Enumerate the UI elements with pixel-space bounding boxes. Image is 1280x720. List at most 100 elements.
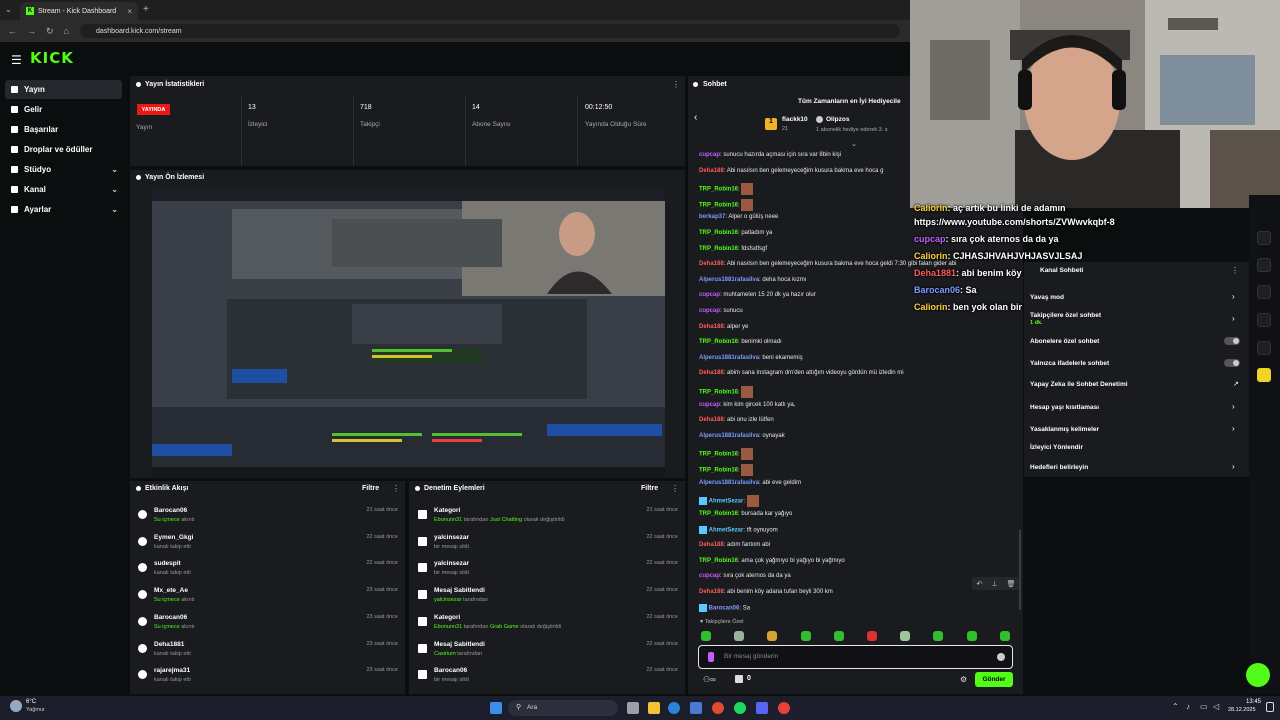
- chat-message[interactable]: TRP_Robin16: bursada kar yağıyo: [699, 511, 792, 517]
- kick-logo[interactable]: KICK: [30, 49, 74, 67]
- sidebar-item-drops[interactable]: Droplar ve ödüller: [5, 140, 122, 159]
- banned-words-option[interactable]: Yasaklanmış kelimeler: [1030, 426, 1099, 433]
- chat-username[interactable]: AhmetSezar: [709, 499, 744, 505]
- mod-user[interactable]: Casirium: [434, 651, 456, 657]
- pin-icon[interactable]: ⊥: [991, 580, 997, 588]
- chat-username[interactable]: TRP_Robin16: [699, 202, 738, 208]
- chat-message-input[interactable]: Bir mesaj gönderin: [698, 645, 1013, 669]
- chat-username[interactable]: TRP_Robin16: [699, 511, 738, 517]
- quick-emote-icon[interactable]: [734, 631, 745, 641]
- chat-message[interactable]: TRP_Robin16:: [699, 464, 754, 476]
- reload-icon[interactable]: ↻: [46, 26, 54, 37]
- chat-message[interactable]: AhmetSezar:: [699, 495, 759, 508]
- activity-row[interactable]: sudespit kanalı takip etti 22 saat önce: [138, 560, 398, 584]
- chat-username[interactable]: TRP_Robin16: [699, 187, 738, 193]
- chat-username[interactable]: Deha188: [699, 168, 724, 174]
- quick-emote-icon[interactable]: [966, 631, 977, 641]
- back-icon[interactable]: ←: [8, 26, 17, 36]
- chat-message[interactable]: cupcap: sıra çok aternos da da ya: [699, 573, 791, 579]
- chat-message[interactable]: TRP_Robin16: ama çok yağmıyo bi yağıyo b…: [699, 558, 845, 564]
- chat-username[interactable]: cupcap: [699, 292, 720, 298]
- chrome-icon[interactable]: [712, 702, 724, 714]
- chat-username[interactable]: TRP_Robin16: [699, 558, 738, 564]
- chat-settings-more-icon[interactable]: ⋮: [1231, 266, 1239, 275]
- chat-message[interactable]: cupcap: sunucu hazırda açması için sıra …: [699, 152, 841, 158]
- sidebar-item-stream[interactable]: Yayın: [5, 80, 122, 99]
- chat-username[interactable]: Deha188: [699, 324, 724, 330]
- quick-emote-icon[interactable]: [900, 631, 911, 641]
- emotes-only-toggle[interactable]: [1224, 359, 1240, 367]
- activity-user[interactable]: Deha1881: [154, 641, 184, 648]
- moderation-filter-button[interactable]: Filtre: [641, 485, 658, 492]
- browser-tab[interactable]: K Stream - Kick Dashboard ×: [20, 2, 138, 20]
- activity-filter-button[interactable]: Filtre: [362, 485, 379, 492]
- sidebar-item-settings[interactable]: Ayarlar ⌄: [5, 200, 122, 219]
- close-tab-icon[interactable]: ×: [127, 7, 132, 16]
- pinned-collapse-icon[interactable]: ⌄: [851, 140, 857, 148]
- highlight-rail-icon[interactable]: [1257, 368, 1271, 382]
- microphone-icon[interactable]: ♪: [1186, 702, 1190, 711]
- volume-icon[interactable]: ◁: [1213, 702, 1219, 711]
- activity-row[interactable]: rajarejma31 kanalı takip etti 23 saat önce: [138, 667, 398, 691]
- quick-emote-icon[interactable]: [767, 631, 778, 641]
- chat-username[interactable]: cupcap: [699, 573, 720, 579]
- chat-message[interactable]: TRP_Robin16:: [699, 183, 754, 196]
- emoji-picker-icon[interactable]: [997, 653, 1005, 661]
- chat-message[interactable]: Deha188: abi onu izle lütfen: [699, 417, 774, 423]
- chat-settings-gear-icon[interactable]: ⚙: [960, 675, 967, 684]
- chat-scrollbar[interactable]: [1019, 530, 1021, 610]
- viewer-redirect-option[interactable]: İzleyici Yönlendir: [1030, 444, 1083, 451]
- activity-user[interactable]: Barocan06: [154, 507, 187, 514]
- clock-time[interactable]: 13:45: [1241, 699, 1261, 705]
- chat-message[interactable]: Deha188: Abi nasılsın ben gelemeyeceğim …: [699, 168, 883, 174]
- chat-message[interactable]: cupcap: kim kim gircek 100 katlı ya,: [699, 402, 795, 408]
- tray-chevron-icon[interactable]: ⌃: [1172, 702, 1179, 711]
- layout-rail-icon[interactable]: [1257, 285, 1271, 299]
- new-tab-icon[interactable]: +: [143, 4, 149, 15]
- chat-username[interactable]: Alperus1881rafasilva: [699, 355, 759, 361]
- sidebar-item-achievements[interactable]: Başarılar: [5, 120, 122, 139]
- moderation-row[interactable]: Barocan06 bir mesajı sildi 22 saat önce: [418, 667, 678, 691]
- moderation-row[interactable]: Kategori Ebonunn31 tarafından Grab Game o…: [418, 614, 678, 638]
- mod-user[interactable]: Ebonunn31: [434, 517, 462, 523]
- chat-message[interactable]: TRP_Robin16:: [699, 198, 754, 211]
- chat-message[interactable]: Deha188: abim sana Instagram dm'den attı…: [699, 370, 904, 376]
- chat-username[interactable]: TRP_Robin16: [699, 390, 738, 396]
- chat-username[interactable]: berkap37: [699, 214, 725, 220]
- share-rail-icon[interactable]: [1257, 341, 1271, 355]
- chat-message[interactable]: TRP_Robin16: fdsfsdfsgf: [699, 246, 767, 252]
- chat-username[interactable]: Deha188: [699, 542, 724, 548]
- chat-message[interactable]: TRP_Robin16: patladım ya: [699, 230, 772, 236]
- gifters-back-icon[interactable]: ‹: [694, 112, 697, 123]
- stream-preview-video[interactable]: [152, 189, 665, 477]
- chat-message[interactable]: Alperus1881rafasilva: oynayak: [699, 433, 785, 439]
- chat-message[interactable]: TRP_Robin16: benimki olmadı: [699, 339, 782, 345]
- chat-message[interactable]: TRP_Robin16:: [699, 448, 754, 461]
- chat-username[interactable]: TRP_Robin16: [699, 452, 738, 458]
- url-field[interactable]: dashboard.kick.com/stream: [80, 24, 900, 38]
- activity-user[interactable]: rajarejma31: [154, 667, 190, 674]
- activity-user[interactable]: Eymen_Gkgi: [154, 534, 193, 541]
- quick-emote-icon[interactable]: [833, 631, 844, 641]
- moderation-row[interactable]: yalcinsezar bir mesajı sildi 22 saat önce: [418, 534, 678, 558]
- support-chat-icon[interactable]: [1246, 663, 1270, 687]
- home-icon[interactable]: ⌂: [64, 26, 69, 36]
- broadcast-rail-icon[interactable]: [1257, 258, 1271, 272]
- send-button[interactable]: Gönder: [975, 672, 1013, 687]
- activity-user[interactable]: sudespit: [154, 560, 181, 567]
- chat-username[interactable]: cupcap: [699, 308, 720, 314]
- activity-user[interactable]: Mx_ete_Ae: [154, 587, 188, 594]
- chat-message[interactable]: TRP_Robin16:: [699, 386, 754, 398]
- quick-emote-icon[interactable]: [800, 631, 811, 641]
- stats-more-icon[interactable]: ⋮: [672, 80, 680, 89]
- tab-list-icon[interactable]: ⌄: [5, 5, 12, 14]
- activity-row[interactable]: Eymen_Gkgi kanalı takip etti 22 saat önce: [138, 534, 398, 558]
- slow-mode-option[interactable]: Yavaş mod: [1030, 294, 1064, 301]
- quick-emote-icon[interactable]: [867, 631, 877, 641]
- reply-icon[interactable]: ↶: [977, 580, 983, 588]
- chat-message[interactable]: Alperus1881rafasilva: deha hoca kızmı: [699, 277, 806, 283]
- chat-username[interactable]: TRP_Robin16: [699, 468, 738, 474]
- chat-message[interactable]: Barocan06: Sa: [699, 604, 750, 613]
- moderation-row[interactable]: Mesaj Sabitlendi Casirium tarafından 22 sa…: [418, 641, 678, 665]
- moderation-row[interactable]: Kategori Ebonunn31 tarafından Just Chatti…: [418, 507, 678, 531]
